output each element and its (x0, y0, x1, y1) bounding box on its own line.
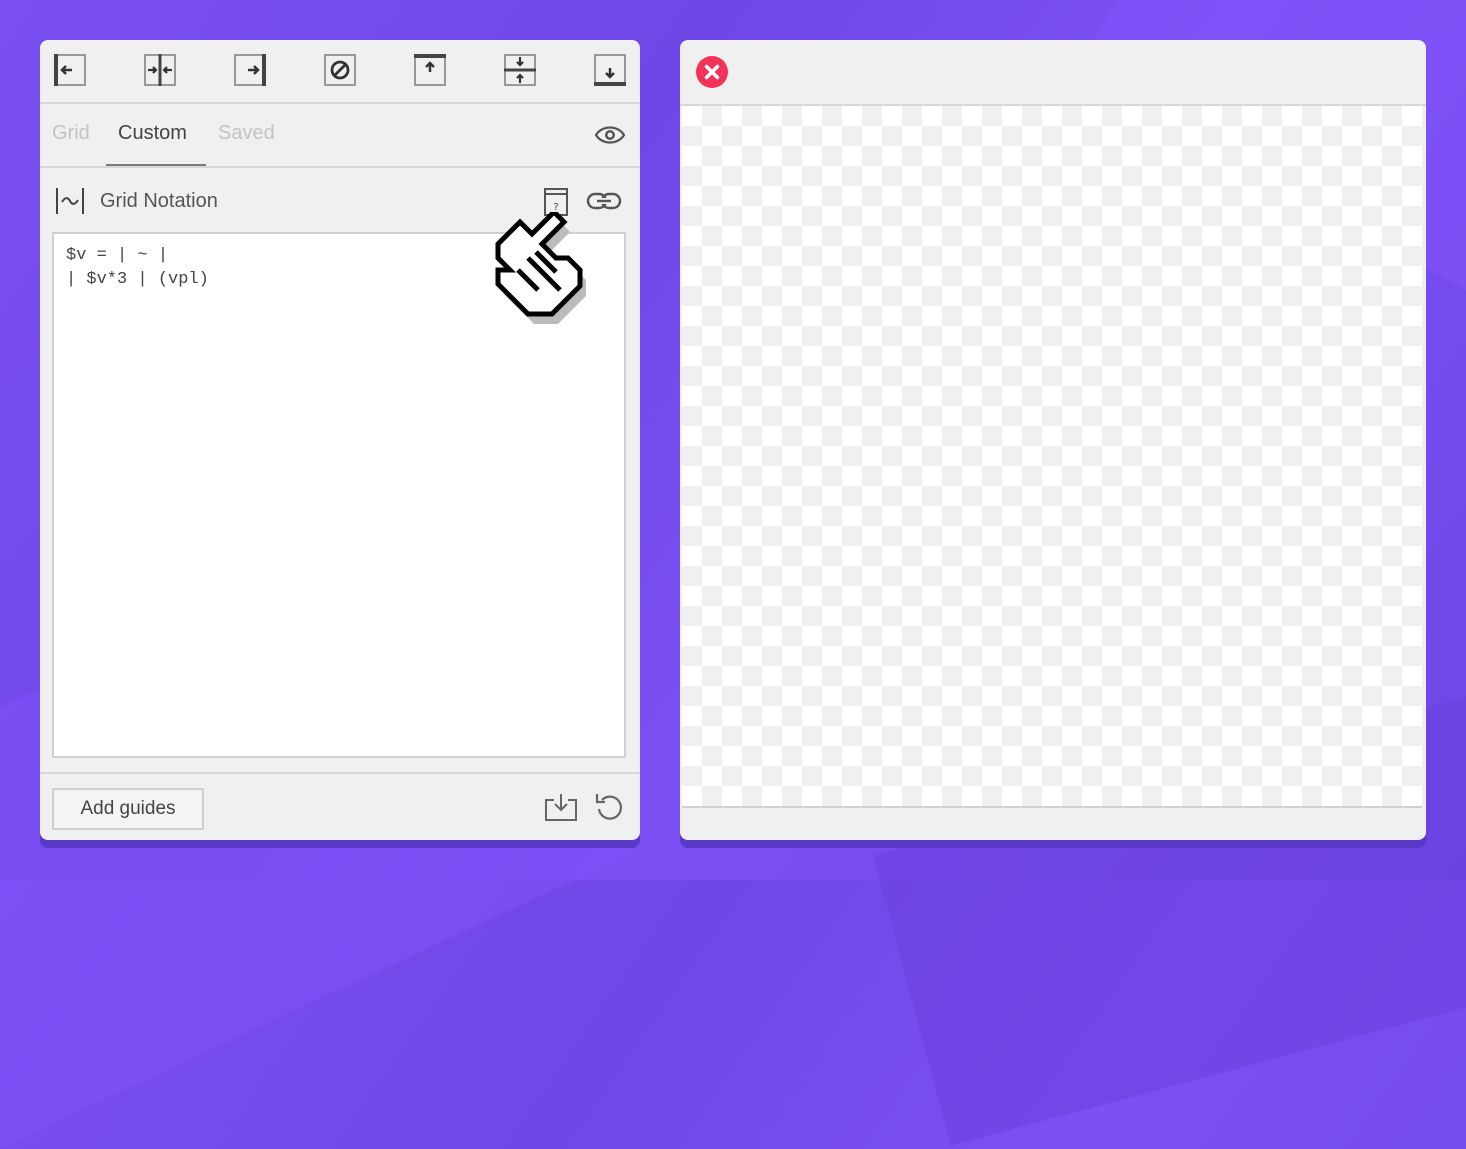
align-right-icon[interactable] (234, 54, 266, 86)
tab-custom[interactable]: Custom (118, 122, 187, 145)
panel-footer: Add guides (40, 772, 640, 840)
alignment-toolbar (40, 40, 640, 104)
section-title: Grid Notation (100, 190, 218, 212)
import-icon[interactable] (544, 792, 578, 822)
align-middle-horizontal-icon[interactable] (504, 54, 536, 86)
align-center-vertical-icon[interactable] (144, 54, 176, 86)
transparent-canvas[interactable] (682, 106, 1422, 808)
grid-notation-icon (56, 188, 84, 214)
tab-bar: Grid Custom Saved (40, 104, 640, 168)
help-document-icon[interactable]: ? (544, 186, 568, 216)
align-left-icon[interactable] (54, 54, 86, 86)
reset-icon[interactable] (594, 790, 626, 824)
add-guides-button[interactable]: Add guides (52, 788, 204, 830)
tab-grid[interactable]: Grid (52, 122, 90, 145)
grid-notation-input[interactable]: $v = | ~ | | $v*3 | (vpl) (52, 232, 626, 758)
align-bottom-icon[interactable] (594, 54, 626, 86)
align-top-icon[interactable] (414, 54, 446, 86)
active-tab-indicator (106, 164, 206, 166)
window-title-bar (680, 40, 1426, 106)
eye-icon[interactable] (594, 122, 626, 148)
svg-text:?: ? (553, 202, 558, 213)
disable-icon[interactable] (324, 54, 356, 86)
preview-window (680, 40, 1426, 840)
link-icon[interactable] (586, 190, 622, 212)
close-icon[interactable] (696, 56, 728, 88)
grid-notation-header: Grid Notation ? (40, 168, 640, 230)
guides-panel: Grid Custom Saved Grid Notation ? $v = | (40, 40, 640, 840)
tab-saved[interactable]: Saved (218, 122, 275, 145)
